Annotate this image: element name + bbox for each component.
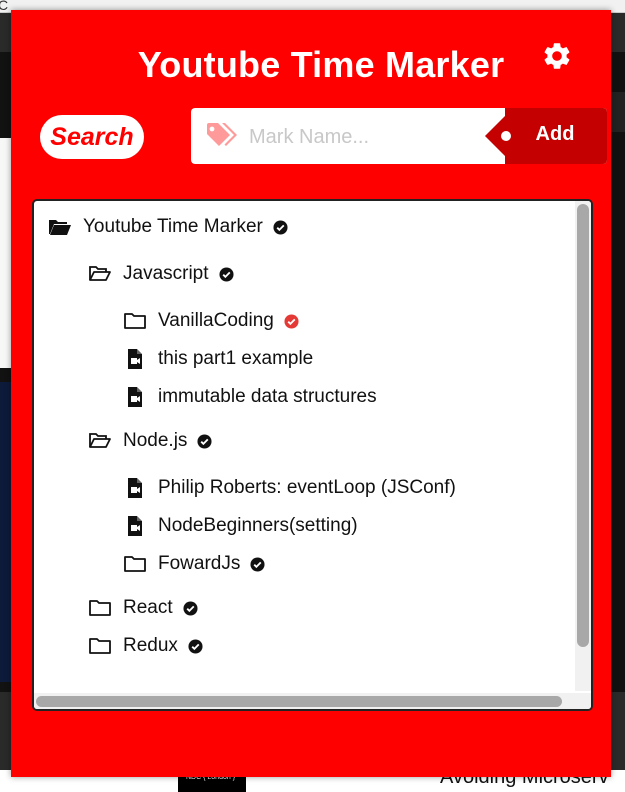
tree-node-label: NodeBeginners(setting) <box>158 515 358 536</box>
background-page-right <box>610 52 625 692</box>
folder-open-outline-icon <box>88 431 112 451</box>
tree-node-label: Node.js <box>123 430 188 451</box>
tree-node-label: FowardJs <box>158 553 241 574</box>
check-circle-icon[interactable] <box>219 266 234 282</box>
tree-node[interactable]: Philip Roberts: eventLoop (JSConf) <box>123 475 456 501</box>
folder-outline-icon <box>123 311 147 331</box>
tree-node[interactable]: Node.js <box>88 428 212 454</box>
gear-icon[interactable] <box>541 40 573 72</box>
tree-node-label: React <box>123 597 173 618</box>
folder-tree: Youtube Time Marker Javascript VanillaCodi… <box>32 199 593 711</box>
video-file-icon <box>123 516 147 536</box>
folder-outline-icon <box>123 554 147 574</box>
tree-node[interactable]: Redux <box>88 633 203 659</box>
folder-open-outline-icon <box>88 264 112 284</box>
check-circle-icon[interactable] <box>273 219 288 235</box>
tree-node[interactable]: Youtube Time Marker <box>48 214 288 240</box>
tree-node[interactable]: this part1 example <box>123 346 313 372</box>
add-button-label: Add <box>535 123 575 145</box>
folder-open-solid-icon <box>48 217 72 237</box>
tree-node[interactable]: immutable data structures <box>123 384 377 410</box>
tree-node[interactable]: Javascript <box>88 261 234 287</box>
tree-node-label: Youtube Time Marker <box>83 216 263 237</box>
horizontal-scrollbar[interactable] <box>34 693 591 709</box>
tree-node-label: Philip Roberts: eventLoop (JSConf) <box>158 477 456 498</box>
tree-node-label: VanillaCoding <box>158 310 274 331</box>
folder-outline-icon <box>88 598 112 618</box>
vertical-scrollbar[interactable] <box>575 201 591 691</box>
video-file-icon <box>123 349 147 369</box>
background-corner-text: C <box>0 0 9 13</box>
tree-node-label: this part1 example <box>158 348 314 369</box>
tree-node[interactable]: React <box>88 595 198 621</box>
check-circle-icon[interactable] <box>188 638 203 654</box>
search-button[interactable]: Search <box>40 115 144 159</box>
check-circle-red-icon[interactable] <box>284 313 299 329</box>
video-file-icon <box>123 478 147 498</box>
tree-node-label: immutable data structures <box>158 386 377 407</box>
video-file-icon <box>123 387 147 407</box>
tags-icon <box>207 123 237 146</box>
mark-name-input[interactable] <box>247 120 501 154</box>
app-title: Youtube Time Marker <box>137 44 505 85</box>
tree-node[interactable]: VanillaCoding <box>123 308 299 334</box>
vertical-scrollbar-thumb[interactable] <box>577 204 589 647</box>
tree-node[interactable]: NodeBeginners(setting) <box>123 513 358 539</box>
folder-outline-icon <box>88 636 112 656</box>
tree-node-label: Javascript <box>123 263 209 284</box>
horizontal-scrollbar-thumb[interactable] <box>36 696 562 707</box>
add-button[interactable]: Add <box>485 108 607 164</box>
tree-node[interactable]: FowardJs <box>123 551 265 577</box>
check-circle-icon[interactable] <box>197 433 212 449</box>
mark-name-field: Add <box>191 108 607 164</box>
extension-popup: Youtube Time Marker Search Add Youtube T… <box>11 10 611 777</box>
check-circle-icon[interactable] <box>250 556 265 572</box>
check-circle-icon[interactable] <box>183 600 198 616</box>
tree-node-label: Redux <box>123 635 178 656</box>
